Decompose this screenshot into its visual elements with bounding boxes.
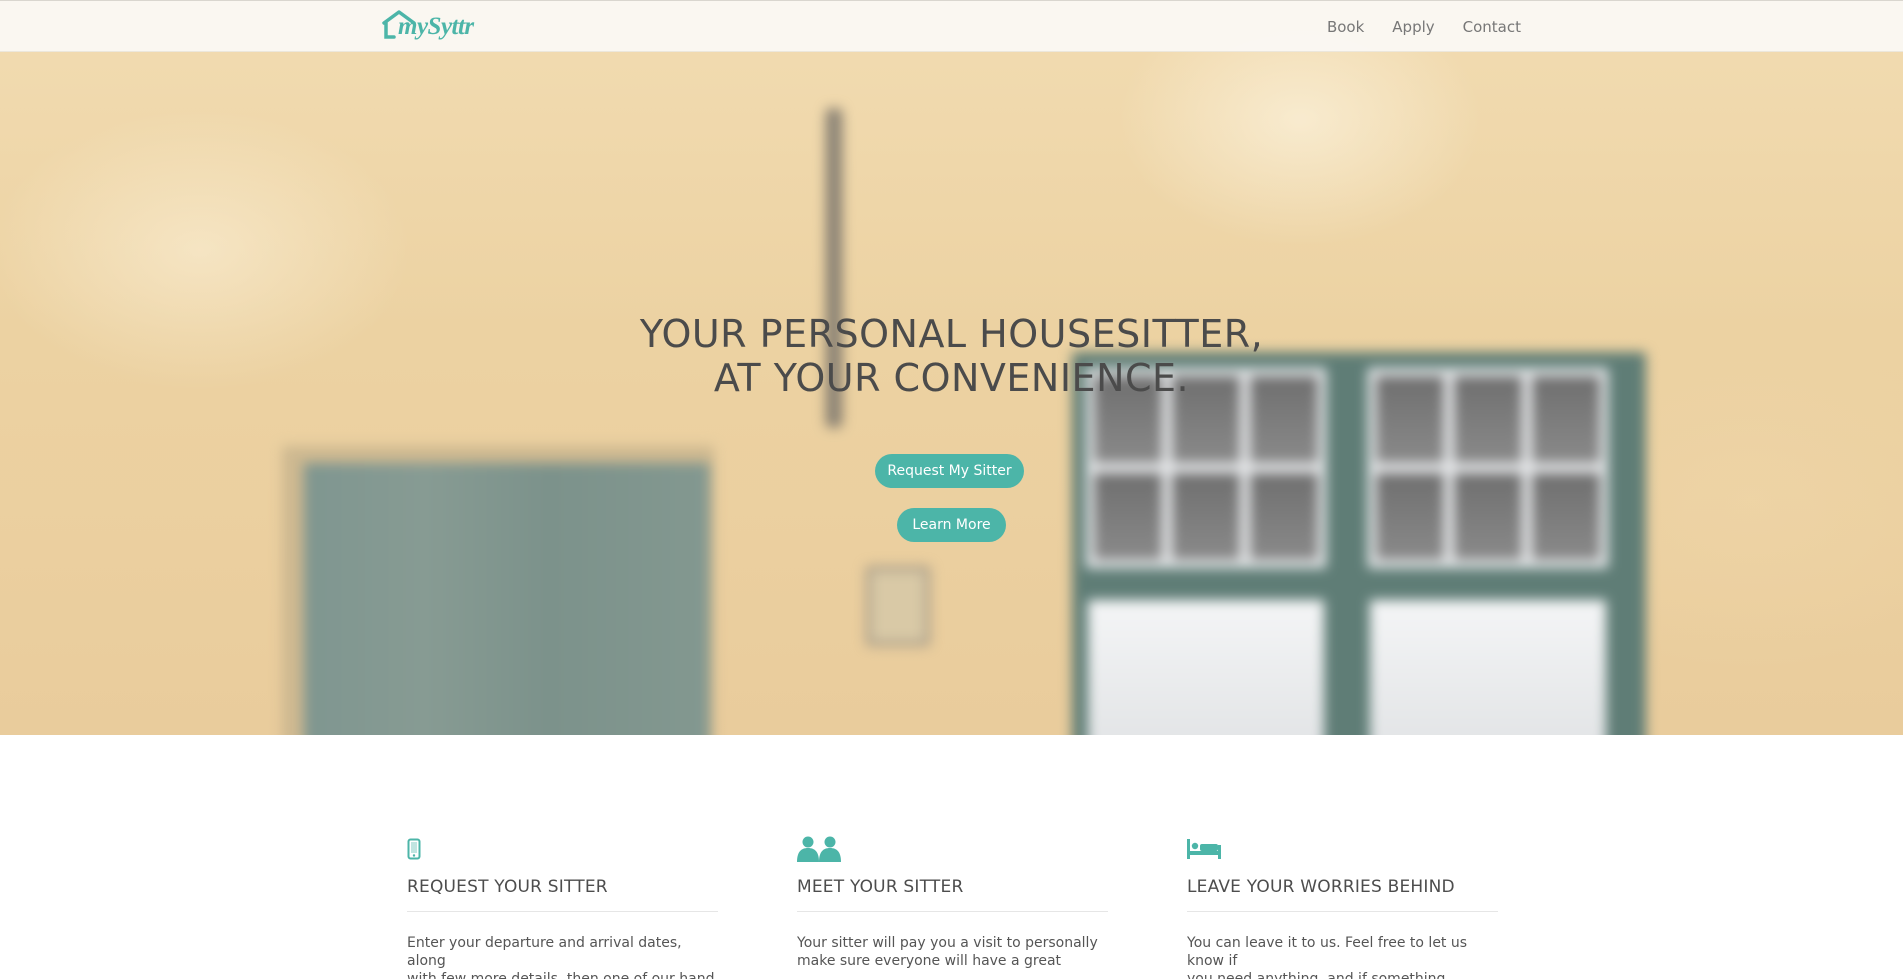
- nav-apply[interactable]: Apply: [1378, 18, 1448, 36]
- request-my-sitter-button[interactable]: Request My Sitter: [875, 454, 1024, 488]
- background-door: [304, 463, 710, 735]
- feature-leave-worries: LEAVE YOUR WORRIES BEHIND You can leave …: [1187, 835, 1498, 979]
- hero-section: YOUR PERSONAL HOUSESITTER, AT YOUR CONVE…: [0, 0, 1903, 735]
- nav-book[interactable]: Book: [1313, 18, 1378, 36]
- feature-text: Enter your departure and arrival dates, …: [407, 935, 715, 979]
- bed-icon: [1187, 835, 1498, 863]
- brand-logo[interactable]: mySyttr: [382, 9, 482, 43]
- feature-title: MEET YOUR SITTER: [797, 877, 1108, 912]
- nav-contact[interactable]: Contact: [1449, 18, 1521, 36]
- mobile-phone-icon: [407, 835, 718, 863]
- feature-title: LEAVE YOUR WORRIES BEHIND: [1187, 877, 1498, 912]
- features-section: REQUEST YOUR SITTER Enter your departure…: [0, 735, 1903, 979]
- feature-text: Your sitter will pay you a visit to pers…: [797, 935, 1098, 969]
- hero-title-line-2: AT YOUR CONVENIENCE.: [713, 356, 1190, 400]
- feature-meet-sitter: MEET YOUR SITTER Your sitter will pay yo…: [797, 835, 1108, 970]
- people-icon: [797, 835, 1108, 863]
- learn-more-button[interactable]: Learn More: [897, 508, 1006, 542]
- feature-request-sitter: REQUEST YOUR SITTER Enter your departure…: [407, 835, 718, 979]
- feature-title: REQUEST YOUR SITTER: [407, 877, 718, 912]
- brand-name: mySyttr: [398, 13, 474, 40]
- window-lower-left: [1088, 600, 1324, 735]
- feature-text: You can leave it to us. Feel free to let…: [1187, 935, 1468, 979]
- hero-headline: YOUR PERSONAL HOUSESITTER, AT YOUR CONVE…: [0, 312, 1903, 400]
- main-nav: Book Apply Contact: [1313, 1, 1521, 53]
- top-navbar: mySyttr Book Apply Contact: [0, 0, 1903, 52]
- background-plaque: [866, 566, 930, 646]
- hero-title: YOUR PERSONAL HOUSESITTER, AT YOUR CONVE…: [0, 312, 1903, 400]
- hero-title-line-1: YOUR PERSONAL HOUSESITTER,: [639, 312, 1264, 356]
- window-lower-right: [1370, 600, 1606, 735]
